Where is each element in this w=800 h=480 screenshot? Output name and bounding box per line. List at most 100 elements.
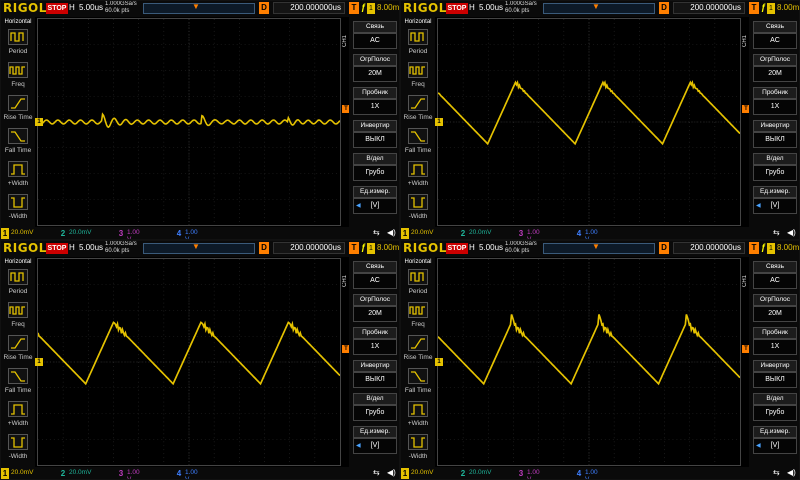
channel-menu-item[interactable]: ОгрПолос 20M — [353, 294, 397, 324]
channel-menu-item[interactable]: Связь AC — [753, 261, 797, 291]
measure-label: -Width — [8, 213, 28, 220]
channel-menu-item[interactable]: Ед.измер. ◀ [V] — [353, 426, 397, 456]
channel-menu-item[interactable]: Пробник 1X — [353, 87, 397, 117]
run-stop-status[interactable]: STOP — [46, 3, 68, 14]
channel-menu-item[interactable]: Инвертир ВЫКЛ — [753, 120, 797, 150]
scroll-left-icon: ◀ — [756, 443, 761, 449]
horizontal-scale: 5.00us — [79, 3, 104, 12]
channel-number: 2 — [60, 229, 66, 238]
minus-width-icon — [8, 194, 28, 210]
run-stop-status[interactable]: STOP — [446, 243, 468, 254]
channel-menu-item[interactable]: Пробник 1X — [753, 87, 797, 117]
channel-menu-item[interactable]: Ед.измер. ◀ [V] — [753, 186, 797, 216]
horizontal-scale: 5.00us — [79, 243, 104, 252]
speaker-icon[interactable]: ◀) — [387, 468, 396, 477]
measure-period-button[interactable]: Period — [401, 267, 435, 301]
trigger-source: 1 — [767, 243, 775, 254]
measure-label: Fall Time — [404, 147, 432, 154]
measure-label: Freq — [11, 81, 25, 88]
run-stop-status[interactable]: STOP — [46, 243, 68, 254]
channel-menu-item[interactable]: Инвертир ВЫКЛ — [353, 120, 397, 150]
horizontal-measure-menu: Horizontal Period Freq Rise Time Fall Ti… — [1, 17, 35, 227]
waveform-display[interactable] — [437, 258, 741, 466]
measure-freq-button[interactable]: Freq — [401, 300, 435, 334]
menu-item-value: 1X — [353, 339, 397, 355]
channel-menu-item[interactable]: ОгрПолос 20M — [753, 54, 797, 84]
trigger-position-marker-icon: ▼ — [592, 242, 600, 251]
menu-item-value: AC — [353, 273, 397, 289]
ch1-offset-marker-icon[interactable]: 1 — [435, 358, 443, 366]
measure-period-button[interactable]: Period — [1, 267, 35, 301]
period-icon — [8, 29, 28, 45]
freq-icon — [408, 302, 428, 318]
measure-minus-width-button[interactable]: -Width — [1, 432, 35, 466]
measure-label: -Width — [408, 453, 428, 460]
run-stop-status[interactable]: STOP — [446, 3, 468, 14]
delay-label: D — [659, 2, 669, 14]
channel-scale: 1.00 V — [585, 469, 598, 480]
measure-period-button[interactable]: Period — [401, 27, 435, 61]
channel-menu-item[interactable]: В/дел Грубо — [353, 393, 397, 423]
measure-fall-time-button[interactable]: Fall Time — [401, 366, 435, 400]
channel-menu-item[interactable]: Пробник 1X — [353, 327, 397, 357]
channel-menu: CH1 Связь AC ОгрПолос 20M Пробник 1X Инв… — [742, 17, 799, 227]
freq-icon — [8, 62, 28, 78]
measure-rise-time-button[interactable]: Rise Time — [401, 93, 435, 127]
measure-minus-width-button[interactable]: -Width — [401, 192, 435, 226]
channel-menu-item[interactable]: В/дел Грубо — [753, 393, 797, 423]
measure-minus-width-button[interactable]: -Width — [1, 192, 35, 226]
channel-tag: CH1 — [742, 274, 748, 287]
trigger-source: 1 — [367, 243, 375, 254]
channel-menu-item[interactable]: Пробник 1X — [753, 327, 797, 357]
measure-rise-time-button[interactable]: Rise Time — [1, 93, 35, 127]
fall-time-icon — [8, 128, 28, 144]
ch1-offset-marker-icon[interactable]: 1 — [435, 118, 443, 126]
ch1-offset-marker-icon[interactable]: 1 — [35, 118, 43, 126]
measure-period-button[interactable]: Period — [1, 27, 35, 61]
channel-menu-item[interactable]: ОгрПолос 20M — [753, 294, 797, 324]
waveform-display[interactable] — [37, 258, 341, 466]
channel-number: 2 — [460, 469, 466, 478]
trigger-position-marker-icon: ▼ — [192, 242, 200, 251]
measure-fall-time-button[interactable]: Fall Time — [1, 366, 35, 400]
channel-menu-item[interactable]: В/дел Грубо — [753, 153, 797, 183]
measure-plus-width-button[interactable]: +Width — [1, 159, 35, 193]
waveform-display[interactable] — [37, 18, 341, 226]
ch1-offset-marker-icon[interactable]: 1 — [35, 358, 43, 366]
plus-width-icon — [8, 401, 28, 417]
channel-menu-item[interactable]: Связь AC — [753, 21, 797, 51]
measure-rise-time-button[interactable]: Rise Time — [401, 333, 435, 367]
channel-menu-item[interactable]: Инвертир ВЫКЛ — [353, 360, 397, 390]
measure-rise-time-button[interactable]: Rise Time — [1, 333, 35, 367]
channel-menu-item[interactable]: Ед.измер. ◀ [V] — [753, 426, 797, 456]
menu-item-value: AC — [753, 273, 797, 289]
speaker-icon[interactable]: ◀) — [787, 228, 796, 237]
measure-fall-time-button[interactable]: Fall Time — [1, 126, 35, 160]
top-status-bar: RIGOL STOP H 5.00us 1.000GSa/s 60.0k pts … — [401, 1, 799, 17]
channel-menu-item[interactable]: ОгрПолос 20M — [353, 54, 397, 84]
rigol-logo: RIGOL — [403, 241, 447, 255]
measure-freq-button[interactable]: Freq — [1, 300, 35, 334]
waveform-display[interactable] — [437, 18, 741, 226]
trigger-level: 8.00mV — [777, 243, 800, 252]
top-status-bar: RIGOL STOP H 5.00us 1.000GSa/s 60.0k pts … — [1, 1, 399, 17]
channel-tag: CH1 — [342, 34, 348, 47]
measure-plus-width-button[interactable]: +Width — [1, 399, 35, 433]
channel-menu-item[interactable]: Связь AC — [353, 261, 397, 291]
speaker-icon[interactable]: ◀) — [787, 468, 796, 477]
measure-freq-button[interactable]: Freq — [1, 60, 35, 94]
menu-item-value: ◀ [V] — [753, 198, 797, 214]
minus-width-icon — [408, 194, 428, 210]
channel-menu-item[interactable]: В/дел Грубо — [353, 153, 397, 183]
channel-menu-item[interactable]: Ед.измер. ◀ [V] — [353, 186, 397, 216]
menu-item-value: 20M — [753, 306, 797, 322]
channel-menu-item[interactable]: Связь AC — [353, 21, 397, 51]
measure-plus-width-button[interactable]: +Width — [401, 159, 435, 193]
measure-minus-width-button[interactable]: -Width — [401, 432, 435, 466]
measure-fall-time-button[interactable]: Fall Time — [401, 126, 435, 160]
channel-menu-item[interactable]: Инвертир ВЫКЛ — [753, 360, 797, 390]
speaker-icon[interactable]: ◀) — [387, 228, 396, 237]
measure-plus-width-button[interactable]: +Width — [401, 399, 435, 433]
measure-freq-button[interactable]: Freq — [401, 60, 435, 94]
channel-scale: 1.00 V — [185, 469, 198, 480]
